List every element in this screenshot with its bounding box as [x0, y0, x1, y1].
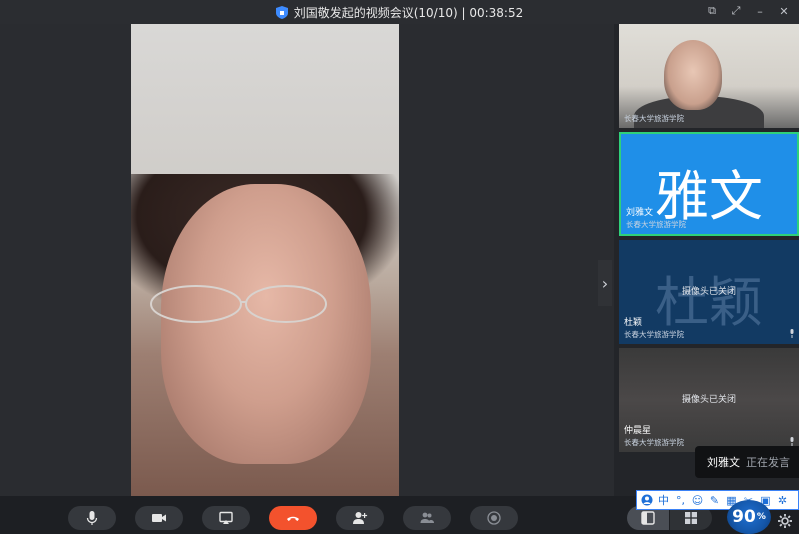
mic-muted-icon [790, 437, 794, 446]
camera-button[interactable] [135, 506, 183, 530]
hang-up-button[interactable] [269, 506, 317, 530]
participant-org: 长春大学旅游学院 [626, 220, 686, 229]
phone-hangup-icon [287, 516, 299, 521]
glasses-shape [150, 285, 327, 323]
mic-muted-icon [790, 329, 794, 338]
participant-org: 长春大学旅游学院 [624, 114, 684, 123]
camera-off-label: 摄像头已关闭 [681, 395, 736, 405]
participant-sidebar: 长春大学旅游学院 雅文 刘雅文 长春大学旅游学院 杜颖 摄像头已关闭 杜颖 长春… [614, 24, 799, 496]
ime-mode[interactable]: 中 [657, 494, 670, 507]
mic-button[interactable] [68, 506, 116, 530]
minimize-icon[interactable]: – [753, 4, 767, 18]
video-person [664, 40, 722, 110]
add-user-icon [353, 512, 368, 524]
camera-off-label: 摄像头已关闭 [681, 287, 736, 297]
layout-speaker-icon [641, 511, 655, 525]
ime-voice-icon[interactable]: ✎ [708, 494, 721, 507]
title-bar: 刘国敬发起的视频会议(10/10) | 00:38:52 ⧉ ⤢ – ✕ [0, 0, 799, 24]
record-icon [487, 511, 501, 525]
participant-org: 长春大学旅游学院 [624, 438, 684, 447]
shield-icon [275, 5, 288, 19]
members-icon [420, 512, 434, 523]
pip-icon[interactable]: ⧉ [705, 4, 719, 18]
ime-emoji-icon[interactable]: ☺ [691, 494, 704, 507]
gauge-unit: % [756, 512, 766, 522]
members-button[interactable] [403, 506, 451, 530]
record-button[interactable] [470, 506, 518, 530]
window-controls: ⧉ ⤢ – ✕ [705, 4, 791, 18]
participant-name: 刘雅文 [626, 208, 654, 218]
video-camera-icon [152, 514, 166, 522]
participant-tile[interactable]: 长春大学旅游学院 [619, 24, 799, 128]
share-screen-button[interactable] [202, 506, 250, 530]
avatar-text: 杜颖 [655, 271, 763, 334]
participant-tile[interactable]: 杜颖 摄像头已关闭 杜颖 长春大学旅游学院 [619, 240, 799, 344]
fullscreen-icon[interactable]: ⤢ [729, 4, 743, 18]
microphone-icon [86, 511, 98, 525]
ime-settings-icon[interactable]: ✲ [776, 494, 789, 507]
add-participant-button[interactable] [336, 506, 384, 530]
main-stage: › [0, 24, 614, 496]
participant-name: 仲晨星 [624, 426, 652, 436]
grid-icon [685, 512, 697, 524]
speaking-toast: 刘雅文 正在发言 [695, 446, 799, 478]
gauge-value: 90 [732, 507, 756, 527]
speaker-status: 正在发言 [746, 456, 790, 469]
collapse-sidebar-chevron-icon[interactable]: › [598, 260, 612, 306]
gear-icon[interactable] [777, 513, 793, 529]
participant-tile-active[interactable]: 雅文 刘雅文 长春大学旅游学院 [619, 132, 799, 236]
share-screen-icon [219, 511, 233, 524]
close-icon[interactable]: ✕ [777, 4, 791, 18]
participant-tile[interactable]: 摄像头已关闭 仲晨星 长春大学旅游学院 [619, 348, 799, 452]
performance-gauge[interactable]: 90% [727, 500, 771, 534]
window-title: 刘国敬发起的视频会议(10/10) | 00:38:52 [293, 5, 524, 20]
participant-name: 杜颖 [624, 318, 643, 328]
ime-punct-icon[interactable]: °, [674, 494, 687, 507]
ime-user-icon[interactable] [640, 494, 653, 507]
speaker-name: 刘雅文 [707, 456, 740, 469]
participant-org: 长春大学旅游学院 [624, 330, 684, 339]
ime-toolbar: 中 °, ☺ ✎ ▦ ✂ ▣ ✲ [636, 490, 799, 510]
main-video[interactable] [131, 24, 399, 496]
